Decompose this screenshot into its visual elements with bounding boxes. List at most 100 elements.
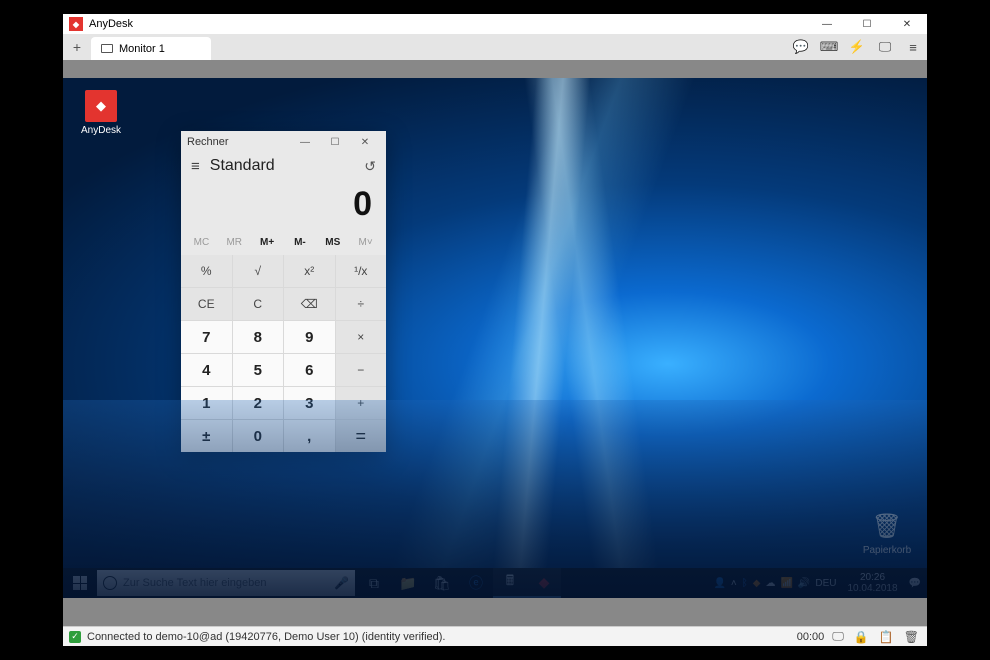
key-divide[interactable]: ÷: [336, 288, 387, 320]
key-decimal[interactable]: ,: [284, 420, 335, 452]
tray-onedrive-icon[interactable]: ☁: [765, 578, 775, 589]
status-clipboard-icon[interactable]: 📋: [877, 630, 896, 644]
key-square[interactable]: x²: [284, 255, 335, 287]
key-c[interactable]: C: [233, 288, 284, 320]
display-icon[interactable]: 🖵: [871, 34, 899, 60]
chat-icon[interactable]: 💬: [787, 34, 815, 60]
task-view-button[interactable]: ⧉: [357, 568, 391, 598]
calculator-mode: Standard: [210, 157, 275, 175]
cortana-icon: [103, 576, 117, 590]
clock-time: 20:26: [847, 572, 897, 583]
mem-mplus[interactable]: M+: [251, 234, 284, 251]
tray-people-icon[interactable]: 👤: [713, 578, 725, 589]
key-reciprocal[interactable]: ¹/x: [336, 255, 387, 287]
anydesk-app-icon: ◆: [85, 90, 117, 122]
tray-volume-icon[interactable]: 🔊: [798, 578, 810, 589]
key-multiply[interactable]: ×: [336, 321, 387, 353]
maximize-button[interactable]: ☐: [847, 14, 887, 34]
key-2[interactable]: 2: [233, 387, 284, 419]
key-9[interactable]: 9: [284, 321, 335, 353]
calculator-title: Rechner: [187, 136, 229, 148]
microphone-icon[interactable]: 🎤: [334, 576, 349, 590]
anydesk-titlebar: ◆ AnyDesk — ☐ ✕: [63, 14, 927, 34]
tray-notifications-icon[interactable]: 💬: [909, 578, 921, 589]
search-input[interactable]: [123, 577, 328, 589]
key-4[interactable]: 4: [181, 354, 232, 386]
taskbar-app-explorer[interactable]: 📁: [391, 568, 425, 598]
tray-bluetooth-icon[interactable]: ᛒ: [742, 578, 748, 589]
key-equals[interactable]: =: [336, 420, 387, 452]
status-time: 00:00: [797, 631, 825, 643]
key-3[interactable]: 3: [284, 387, 335, 419]
calc-close-button[interactable]: ✕: [350, 137, 380, 148]
key-0[interactable]: 0: [233, 420, 284, 452]
key-sqrt[interactable]: √: [233, 255, 284, 287]
mem-mminus[interactable]: M-: [283, 234, 316, 251]
remote-viewport: ◆ AnyDesk 🗑 Papierkorb Rechner — ☐ ✕ ≡ S: [63, 60, 927, 626]
key-percent[interactable]: %: [181, 255, 232, 287]
taskbar-app-edge[interactable]: ⓔ: [459, 568, 493, 598]
windows-logo-icon: [73, 576, 87, 590]
hamburger-icon[interactable]: ≡: [191, 158, 200, 175]
anydesk-window: ◆ AnyDesk — ☐ ✕ + Monitor 1 💬 ⌨ ⚡ 🖵 ≡ ◆ …: [63, 14, 927, 646]
system-tray[interactable]: 👤 ˄ ᛒ ◆ ☁ 📶 🔊 DEU 20:26 10.04.2018 💬: [713, 572, 927, 594]
taskbar-app-store[interactable]: 🛍: [425, 568, 459, 598]
key-1[interactable]: 1: [181, 387, 232, 419]
mem-mlist[interactable]: M˅: [349, 234, 382, 251]
anydesk-logo-icon: ◆: [69, 17, 83, 31]
taskbar-clock[interactable]: 20:26 10.04.2018: [841, 572, 903, 594]
key-backspace[interactable]: ⌫: [284, 288, 335, 320]
calculator-keypad: % √ x² ¹/x CE C ⌫ ÷ 7 8 9 × 4 5 6 − 1: [181, 255, 386, 452]
tray-network-icon[interactable]: 📶: [780, 578, 792, 589]
mem-ms[interactable]: MS: [316, 234, 349, 251]
tab-label: Monitor 1: [119, 43, 165, 55]
tab-monitor-1[interactable]: Monitor 1: [91, 37, 211, 60]
key-7[interactable]: 7: [181, 321, 232, 353]
new-tab-button[interactable]: +: [63, 34, 91, 60]
menu-icon[interactable]: ≡: [899, 34, 927, 60]
status-monitor-icon[interactable]: 🖵: [830, 629, 846, 644]
actions-icon[interactable]: ⚡: [843, 34, 871, 60]
key-5[interactable]: 5: [233, 354, 284, 386]
tray-language[interactable]: DEU: [815, 578, 836, 589]
desktop-icon-label: AnyDesk: [73, 125, 129, 136]
calculator-display: 0: [181, 177, 386, 234]
key-8[interactable]: 8: [233, 321, 284, 353]
clock-date: 10.04.2018: [847, 583, 897, 594]
anydesk-tabbar: + Monitor 1 💬 ⌨ ⚡ 🖵 ≡: [63, 34, 927, 60]
status-verified-icon: ✓: [69, 631, 81, 643]
desktop-icon-anydesk[interactable]: ◆ AnyDesk: [73, 90, 129, 136]
desktop-icon-label: Papierkorb: [859, 545, 915, 556]
recycle-bin-icon: 🗑: [871, 510, 903, 542]
taskbar-app-anydesk[interactable]: ◆: [527, 568, 561, 598]
key-plus[interactable]: +: [336, 387, 387, 419]
mem-mc[interactable]: MC: [185, 234, 218, 251]
taskbar-app-calculator[interactable]: 🖩: [493, 568, 527, 598]
calculator-titlebar[interactable]: Rechner — ☐ ✕: [181, 131, 386, 153]
tray-defender-icon[interactable]: ◆: [753, 578, 761, 589]
taskbar: 🎤 ⧉ 📁 🛍 ⓔ 🖩 ◆ 👤 ˄ ᛒ ◆ ☁ 📶 🔊 DEU: [63, 568, 927, 598]
start-button[interactable]: [63, 568, 97, 598]
calculator-memory-row: MC MR M+ M- MS M˅: [181, 234, 386, 255]
mem-mr[interactable]: MR: [218, 234, 251, 251]
calculator-window: Rechner — ☐ ✕ ≡ Standard ↺ 0 MC MR M+: [181, 131, 386, 452]
anydesk-title: AnyDesk: [89, 18, 133, 30]
key-6[interactable]: 6: [284, 354, 335, 386]
minimize-button[interactable]: —: [807, 14, 847, 34]
close-button[interactable]: ✕: [887, 14, 927, 34]
calc-maximize-button[interactable]: ☐: [320, 137, 350, 148]
key-negate[interactable]: ±: [181, 420, 232, 452]
status-text: Connected to demo-10@ad (19420776, Demo …: [87, 631, 445, 643]
keyboard-icon[interactable]: ⌨: [815, 34, 843, 60]
key-minus[interactable]: −: [336, 354, 387, 386]
status-trash-icon[interactable]: 🗑: [902, 630, 921, 644]
remote-desktop[interactable]: ◆ AnyDesk 🗑 Papierkorb Rechner — ☐ ✕ ≡ S: [63, 78, 927, 598]
taskbar-search[interactable]: 🎤: [97, 570, 355, 596]
calc-minimize-button[interactable]: —: [290, 137, 320, 148]
desktop-icon-recycle-bin[interactable]: 🗑 Papierkorb: [859, 510, 915, 556]
history-icon[interactable]: ↺: [364, 158, 376, 175]
monitor-icon: [101, 44, 113, 53]
tray-chevron-up-icon[interactable]: ˄: [731, 578, 737, 589]
key-ce[interactable]: CE: [181, 288, 232, 320]
status-lock-icon[interactable]: 🔒: [852, 630, 871, 644]
